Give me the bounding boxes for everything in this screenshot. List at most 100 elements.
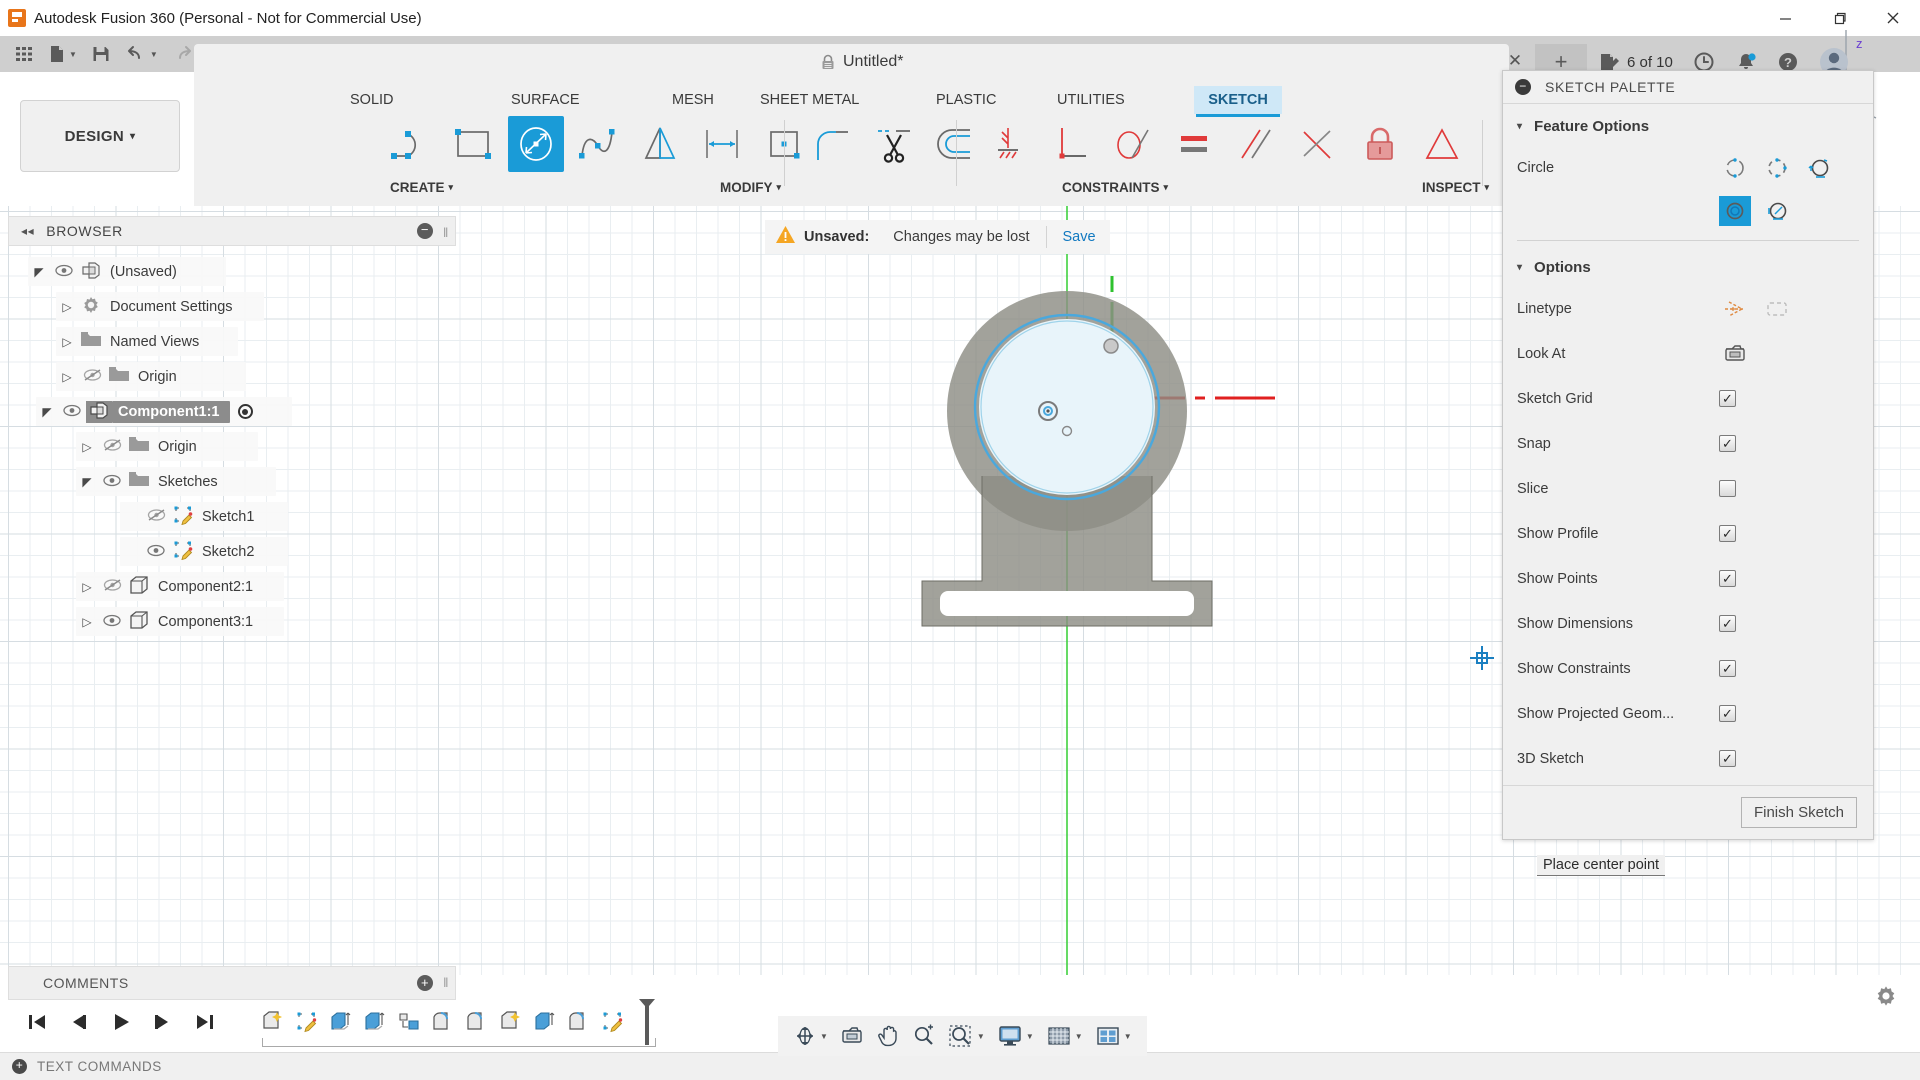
two-tangent-circle-icon[interactable] [1719, 196, 1751, 226]
perpendicular-constraint-tool[interactable] [1042, 116, 1098, 172]
center-diameter-circle-icon[interactable] [1719, 153, 1751, 183]
collapse-palette-icon[interactable]: − [1515, 79, 1531, 95]
tree-node-origin-component1[interactable]: ▷ Origin [8, 429, 456, 464]
twisty-collapsed-icon[interactable]: ▷ [76, 580, 98, 594]
show-constraints-checkbox[interactable]: ✓ [1719, 660, 1736, 677]
slice-checkbox[interactable] [1719, 480, 1736, 497]
step-forward-icon[interactable] [144, 1002, 182, 1042]
chevron-down-icon[interactable]: ▼ [1124, 1032, 1132, 1041]
twisty-collapsed-icon[interactable]: ▷ [56, 300, 78, 314]
app-grid-icon[interactable] [8, 39, 40, 69]
expand-icon[interactable]: + [12, 1059, 27, 1074]
comments-resize-grip[interactable]: ‖ [443, 975, 449, 990]
timeline-item-sketch[interactable] [290, 1002, 324, 1042]
chevron-down-icon[interactable]: ▼ [69, 50, 77, 59]
tree-node-unsaved[interactable]: ◤ (Unsaved) [8, 254, 456, 289]
tab-sheet-metal[interactable]: SHEET METAL [750, 86, 869, 114]
show-projected-geometry-checkbox[interactable]: ✓ [1719, 705, 1736, 722]
tree-node-sketch2[interactable]: Sketch2 [8, 534, 456, 569]
twisty-collapsed-icon[interactable]: ▷ [76, 440, 98, 454]
comments-bar[interactable]: COMMENTS + ‖ [8, 966, 456, 1000]
tree-node-component3[interactable]: ▷ Component3:1 [8, 604, 456, 639]
tab-solid[interactable]: SOLID [340, 86, 404, 114]
visibility-hidden-icon[interactable] [98, 438, 126, 455]
timeline-item-extrude[interactable] [324, 1002, 358, 1042]
midpoint-constraint-tool[interactable] [1290, 116, 1346, 172]
chevron-down-icon[interactable]: ▼ [150, 50, 158, 59]
visibility-hidden-icon[interactable] [142, 508, 170, 525]
tab-plastic[interactable]: PLASTIC [926, 86, 1006, 114]
twisty-collapsed-icon[interactable]: ▷ [56, 335, 78, 349]
look-at-icon[interactable] [835, 1019, 869, 1053]
rectangle-tool[interactable] [446, 116, 502, 172]
centerline-linetype-icon[interactable] [1761, 294, 1793, 324]
timeline-item-body[interactable] [562, 1002, 596, 1042]
line-tool[interactable] [384, 116, 440, 172]
two-point-circle-icon[interactable] [1761, 153, 1793, 183]
circle-tool[interactable] [508, 116, 564, 172]
play-icon[interactable] [102, 1002, 140, 1042]
tab-surface[interactable]: SURFACE [501, 86, 590, 114]
dimension-tool[interactable] [694, 116, 750, 172]
show-points-checkbox[interactable]: ✓ [1719, 570, 1736, 587]
step-back-icon[interactable] [60, 1002, 98, 1042]
twisty-expanded-icon[interactable]: ◤ [76, 475, 98, 489]
chevron-down-icon[interactable]: ▼ [977, 1032, 985, 1041]
group-constraints[interactable]: CONSTRAINTS ▾ [1062, 180, 1168, 195]
twisty-expanded-icon[interactable]: ◤ [28, 265, 50, 279]
three-tangent-circle-icon[interactable] [1761, 196, 1793, 226]
orbit-icon[interactable]: ▼ [788, 1019, 833, 1053]
timeline-item-joint[interactable] [392, 1002, 426, 1042]
display-settings-icon[interactable]: ▼ [992, 1019, 1039, 1053]
visibility-eye-icon[interactable] [98, 474, 126, 490]
visibility-eye-icon[interactable] [50, 264, 78, 280]
tangent-constraint-tool[interactable] [1104, 116, 1160, 172]
timeline-item-extrude[interactable] [528, 1002, 562, 1042]
new-document-icon[interactable]: ▼ [42, 39, 83, 69]
jump-to-beginning-icon[interactable] [18, 1002, 56, 1042]
pan-icon[interactable] [871, 1019, 905, 1053]
viewports-icon[interactable]: ▼ [1090, 1019, 1137, 1053]
spline-tool[interactable] [570, 116, 626, 172]
twisty-expanded-icon[interactable]: ◤ [36, 405, 58, 419]
tab-utilities[interactable]: UTILITIES [1047, 86, 1135, 114]
timeline-item-new-component[interactable] [494, 1002, 528, 1042]
grid-snaps-icon[interactable]: ▼ [1041, 1019, 1088, 1053]
twisty-collapsed-icon[interactable]: ▷ [76, 615, 98, 629]
visibility-eye-icon[interactable] [142, 544, 170, 560]
text-commands-label[interactable]: TEXT COMMANDS [37, 1059, 162, 1074]
tree-node-named-views[interactable]: ▷ Named Views [8, 324, 456, 359]
visibility-eye-icon[interactable] [98, 614, 126, 630]
close-document-tab-button[interactable]: ✕ [1504, 50, 1526, 72]
visibility-eye-icon[interactable] [58, 404, 86, 420]
parallel-constraint-tool[interactable] [1228, 116, 1284, 172]
add-comment-icon[interactable]: + [417, 975, 433, 991]
3d-sketch-checkbox[interactable]: ✓ [1719, 750, 1736, 767]
browser-minimize-icon[interactable]: − [417, 223, 433, 239]
undo-icon[interactable]: ▼ [119, 39, 164, 69]
save-link[interactable]: Save [1063, 229, 1096, 245]
equal-constraint-tool[interactable] [1166, 116, 1222, 172]
timeline-item-sketch[interactable] [596, 1002, 630, 1042]
tree-node-component2[interactable]: ▷ Component2:1 [8, 569, 456, 604]
group-create[interactable]: CREATE ▾ [390, 180, 453, 195]
browser-resize-grip[interactable]: ‖ [443, 225, 449, 240]
tree-node-document-settings[interactable]: ▷ Document Settings [8, 289, 456, 324]
document-tab[interactable]: Untitled* [820, 44, 903, 80]
timeline-end-marker[interactable] [630, 999, 664, 1045]
show-dimensions-checkbox[interactable]: ✓ [1719, 615, 1736, 632]
mirror-tool[interactable] [632, 116, 688, 172]
timeline-item-new-component[interactable] [256, 1002, 290, 1042]
tree-node-sketches[interactable]: ◤ Sketches [8, 464, 456, 499]
tab-mesh[interactable]: MESH [662, 86, 724, 114]
show-profile-checkbox[interactable]: ✓ [1719, 525, 1736, 542]
group-modify[interactable]: MODIFY ▾ [720, 180, 781, 195]
fillet-tool[interactable] [804, 116, 860, 172]
tree-node-sketch1[interactable]: Sketch1 [8, 499, 456, 534]
tab-sketch[interactable]: SKETCH [1194, 86, 1282, 117]
visibility-hidden-icon[interactable] [78, 368, 106, 385]
activate-component-radio[interactable] [237, 404, 253, 419]
finish-sketch-button[interactable]: Finish Sketch [1740, 797, 1857, 828]
fix-constraint-tool[interactable] [980, 116, 1036, 172]
look-at-icon[interactable] [1719, 339, 1751, 369]
